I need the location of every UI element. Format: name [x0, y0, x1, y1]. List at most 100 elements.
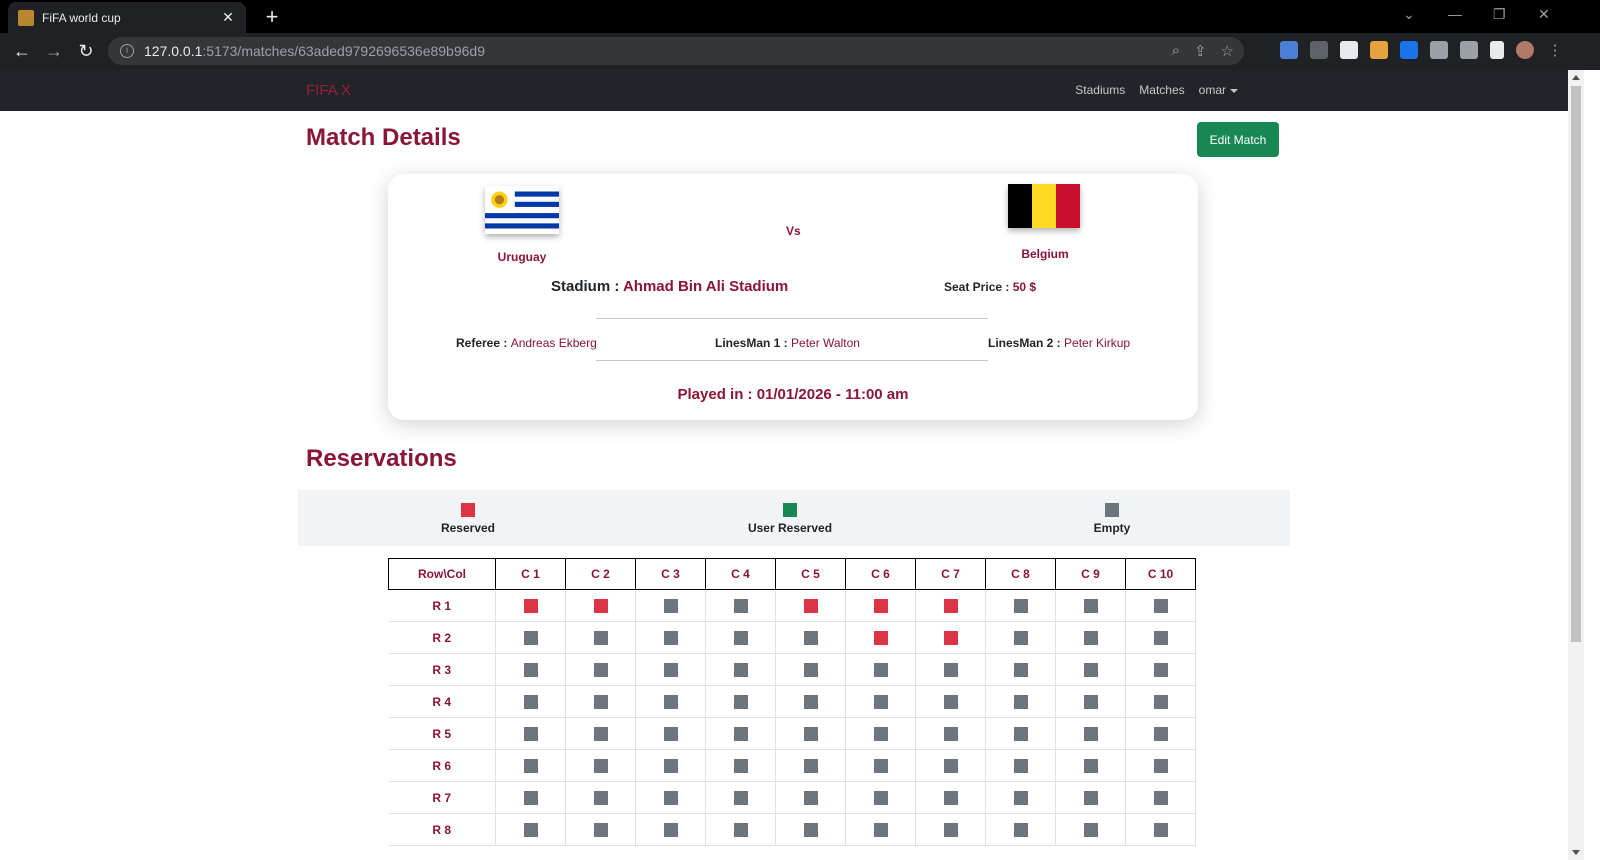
profile-avatar[interactable]	[1516, 41, 1534, 59]
nav-matches-link[interactable]: Matches	[1139, 83, 1184, 97]
empty-seat[interactable]	[1013, 822, 1028, 837]
empty-seat[interactable]	[1013, 630, 1028, 645]
empty-seat[interactable]	[1013, 694, 1028, 709]
puzzle-icon[interactable]	[1460, 41, 1478, 59]
empty-seat[interactable]	[873, 694, 888, 709]
empty-seat[interactable]	[803, 694, 818, 709]
empty-seat[interactable]	[1013, 790, 1028, 805]
new-tab-icon[interactable]: +	[260, 4, 284, 30]
reload-icon[interactable]: ↻	[70, 41, 102, 62]
empty-seat[interactable]	[873, 822, 888, 837]
empty-seat[interactable]	[523, 694, 538, 709]
empty-seat[interactable]	[733, 822, 748, 837]
empty-seat[interactable]	[1153, 694, 1168, 709]
empty-seat[interactable]	[873, 662, 888, 677]
extension-icon[interactable]	[1400, 41, 1418, 59]
restore-icon[interactable]: ❐	[1493, 6, 1506, 23]
empty-seat[interactable]	[1083, 822, 1098, 837]
empty-seat[interactable]	[1083, 598, 1098, 613]
empty-seat[interactable]	[663, 598, 678, 613]
empty-seat[interactable]	[1083, 630, 1098, 645]
empty-seat[interactable]	[523, 662, 538, 677]
zoom-icon[interactable]: ⌕	[1172, 42, 1180, 60]
empty-seat[interactable]	[873, 726, 888, 741]
empty-seat[interactable]	[1083, 694, 1098, 709]
empty-seat[interactable]	[1153, 822, 1168, 837]
empty-seat[interactable]	[593, 822, 608, 837]
empty-seat[interactable]	[803, 758, 818, 773]
forward-icon[interactable]: →	[38, 41, 70, 62]
empty-seat[interactable]	[873, 790, 888, 805]
empty-seat[interactable]	[943, 790, 958, 805]
empty-seat[interactable]	[663, 662, 678, 677]
scrollbar-thumb[interactable]	[1571, 86, 1581, 642]
empty-seat[interactable]	[1083, 662, 1098, 677]
empty-seat[interactable]	[663, 822, 678, 837]
back-icon[interactable]: ←	[6, 41, 38, 62]
scroll-down-icon[interactable]	[1572, 850, 1580, 855]
empty-seat[interactable]	[733, 662, 748, 677]
empty-seat[interactable]	[593, 726, 608, 741]
tab-search-icon[interactable]: ⌄	[1403, 6, 1415, 23]
empty-seat[interactable]	[1153, 630, 1168, 645]
empty-seat[interactable]	[943, 662, 958, 677]
site-info-icon[interactable]: i	[120, 44, 134, 58]
empty-seat[interactable]	[1153, 790, 1168, 805]
page-scrollbar[interactable]	[1568, 70, 1584, 860]
empty-seat[interactable]	[523, 726, 538, 741]
empty-seat[interactable]	[733, 726, 748, 741]
empty-seat[interactable]	[873, 758, 888, 773]
empty-seat[interactable]	[943, 822, 958, 837]
empty-seat[interactable]	[733, 630, 748, 645]
close-tab-icon[interactable]: ✕	[220, 9, 236, 26]
share-icon[interactable]: ⇪	[1194, 42, 1207, 60]
empty-seat[interactable]	[1083, 726, 1098, 741]
empty-seat[interactable]	[803, 822, 818, 837]
empty-seat[interactable]	[733, 694, 748, 709]
minimize-icon[interactable]: —	[1448, 6, 1462, 22]
empty-seat[interactable]	[1083, 758, 1098, 773]
empty-seat[interactable]	[943, 694, 958, 709]
empty-seat[interactable]	[803, 630, 818, 645]
user-menu-dropdown[interactable]: omar	[1199, 83, 1238, 97]
side-panel-icon[interactable]	[1490, 41, 1504, 59]
empty-seat[interactable]	[663, 790, 678, 805]
empty-seat[interactable]	[733, 758, 748, 773]
empty-seat[interactable]	[593, 694, 608, 709]
empty-seat[interactable]	[593, 662, 608, 677]
address-bar[interactable]: i 127.0.0.1:5173/matches/63aded979269653…	[108, 37, 1244, 65]
empty-seat[interactable]	[1013, 598, 1028, 613]
empty-seat[interactable]	[593, 758, 608, 773]
browser-tab[interactable]: FiFA world cup ✕	[8, 2, 246, 33]
empty-seat[interactable]	[943, 758, 958, 773]
empty-seat[interactable]	[523, 630, 538, 645]
close-window-icon[interactable]: ✕	[1538, 6, 1550, 23]
empty-seat[interactable]	[593, 630, 608, 645]
scroll-up-icon[interactable]	[1572, 75, 1580, 80]
menu-kebab-icon[interactable]: ⋮	[1546, 41, 1564, 59]
empty-seat[interactable]	[523, 758, 538, 773]
empty-seat[interactable]	[1083, 790, 1098, 805]
extension-icon[interactable]	[1340, 41, 1358, 59]
empty-seat[interactable]	[1153, 598, 1168, 613]
empty-seat[interactable]	[733, 598, 748, 613]
extension-icon[interactable]	[1310, 41, 1328, 59]
extension-icon[interactable]	[1430, 41, 1448, 59]
extension-icon[interactable]	[1370, 41, 1388, 59]
empty-seat[interactable]	[1153, 726, 1168, 741]
empty-seat[interactable]	[1013, 662, 1028, 677]
empty-seat[interactable]	[1013, 726, 1028, 741]
empty-seat[interactable]	[1153, 662, 1168, 677]
empty-seat[interactable]	[593, 790, 608, 805]
translate-extension-icon[interactable]	[1280, 41, 1298, 59]
empty-seat[interactable]	[803, 726, 818, 741]
empty-seat[interactable]	[523, 790, 538, 805]
empty-seat[interactable]	[663, 630, 678, 645]
empty-seat[interactable]	[663, 694, 678, 709]
empty-seat[interactable]	[663, 726, 678, 741]
empty-seat[interactable]	[1013, 758, 1028, 773]
empty-seat[interactable]	[803, 790, 818, 805]
empty-seat[interactable]	[803, 662, 818, 677]
empty-seat[interactable]	[733, 790, 748, 805]
empty-seat[interactable]	[663, 758, 678, 773]
